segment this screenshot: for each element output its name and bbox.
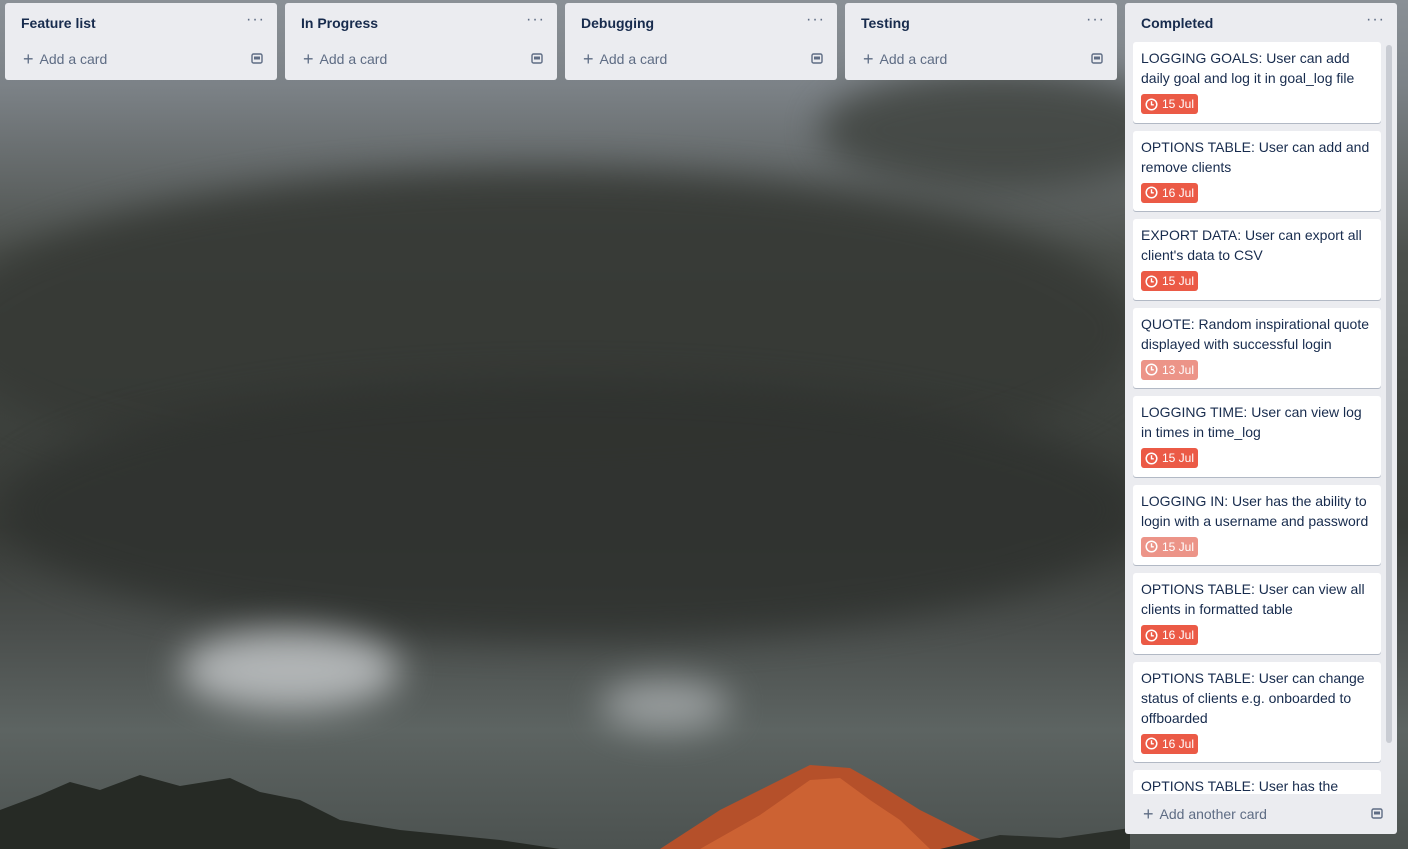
due-date-label: 16 Jul [1162,736,1195,751]
due-date-badge[interactable]: 15 Jul [1141,448,1199,468]
add-card-button[interactable]: + Add a card [303,47,387,71]
due-date-label: 15 Jul [1162,451,1195,465]
clock-icon [1145,274,1158,288]
card-list: LOGGING GOALS: User can add daily goal a… [1133,42,1381,794]
list-title[interactable]: In Progress [301,15,378,31]
card[interactable]: OPTIONS TABLE: User can change status of… [1133,661,1381,762]
card-template-icon[interactable] [811,53,823,64]
card[interactable]: LOGGING IN: User has the ability to logi… [1133,484,1381,565]
add-card-button[interactable]: + Add a card [863,47,947,71]
add-card-button[interactable]: + Add a card [583,47,667,71]
card[interactable]: OPTIONS TABLE: User has the ability [1133,770,1381,794]
due-date-badge[interactable]: 16 Jul [1141,182,1199,203]
list-title[interactable]: Feature list [21,15,96,31]
plus-icon: + [863,49,874,69]
plus-icon: + [23,49,34,69]
card-title: QUOTE: Random inspirational quote displa… [1141,315,1369,352]
card-template-icon[interactable] [1371,808,1383,819]
list-title[interactable]: Completed [1141,15,1213,31]
due-date-label: 16 Jul [1162,628,1195,642]
clock-icon [1145,737,1158,750]
more-horizontal-icon[interactable]: ··· [526,12,545,28]
list-in-progress: In Progress ··· + Add a card [285,3,557,80]
more-horizontal-icon[interactable]: ··· [246,12,265,28]
plus-icon: + [583,49,594,69]
card-title: EXPORT DATA: User can export all client'… [1141,227,1362,263]
due-date-badge[interactable]: 16 Jul [1141,625,1199,645]
clock-icon [1145,186,1158,199]
card-title: OPTIONS TABLE: User has the ability [1141,778,1339,794]
card-template-icon[interactable] [251,53,263,64]
due-date-badge[interactable]: 15 Jul [1141,94,1199,114]
card-title: LOGGING TIME: User can view log in times… [1141,404,1362,440]
clock-icon [1145,540,1158,553]
list-testing: Testing ··· + Add a card [845,3,1117,80]
add-card-button[interactable]: + Add a card [23,47,107,71]
due-date-label: 15 Jul [1162,97,1195,111]
due-date-label: 15 Jul [1162,539,1195,554]
plus-icon: + [303,49,314,69]
due-date-label: 15 Jul [1162,274,1195,288]
more-horizontal-icon[interactable]: ··· [806,12,825,28]
card-template-icon[interactable] [531,53,543,64]
due-date-badge[interactable]: 15 Jul [1141,536,1199,557]
clock-icon [1145,451,1158,465]
card-title: OPTIONS TABLE: User can view all clients… [1141,581,1365,617]
add-another-card-button[interactable]: + Add another card [1143,802,1267,826]
card[interactable]: LOGGING TIME: User can view log in times… [1133,396,1381,477]
card[interactable]: QUOTE: Random inspirational quote displa… [1133,307,1381,388]
list-feature-list: Feature list ··· + Add a card [5,3,277,80]
clock-icon [1145,628,1158,642]
list-title[interactable]: Testing [861,15,910,31]
card[interactable]: OPTIONS TABLE: User can view all clients… [1133,573,1381,654]
due-date-badge[interactable]: 16 Jul [1141,733,1199,754]
plus-icon: + [1143,804,1154,824]
scrollbar-thumb[interactable] [1386,45,1392,743]
card-title: LOGGING GOALS: User can add daily goal a… [1141,50,1355,86]
due-date-label: 13 Jul [1162,362,1195,377]
card-title: LOGGING IN: User has the ability to logi… [1141,492,1369,529]
card-title: OPTIONS TABLE: User can add and remove c… [1141,138,1370,175]
due-date-label: 16 Jul [1162,185,1195,200]
list-completed: Completed ··· LOGGING GOALS: User can ad… [1125,3,1397,834]
more-horizontal-icon[interactable]: ··· [1086,12,1105,28]
due-date-badge[interactable]: 13 Jul [1141,359,1199,380]
card[interactable]: OPTIONS TABLE: User can add and remove c… [1133,130,1381,211]
card[interactable]: EXPORT DATA: User can export all client'… [1133,219,1381,300]
card[interactable]: LOGGING GOALS: User can add daily goal a… [1133,42,1381,123]
clock-icon [1145,363,1158,376]
board: Feature list ··· + Add a card In Progres… [5,3,1408,849]
more-horizontal-icon[interactable]: ··· [1366,12,1385,28]
card-title: OPTIONS TABLE: User can change status of… [1141,669,1365,726]
due-date-badge[interactable]: 15 Jul [1141,271,1199,291]
list-debugging: Debugging ··· + Add a card [565,3,837,80]
clock-icon [1145,97,1158,111]
list-title[interactable]: Debugging [581,15,654,31]
card-template-icon[interactable] [1091,53,1103,64]
